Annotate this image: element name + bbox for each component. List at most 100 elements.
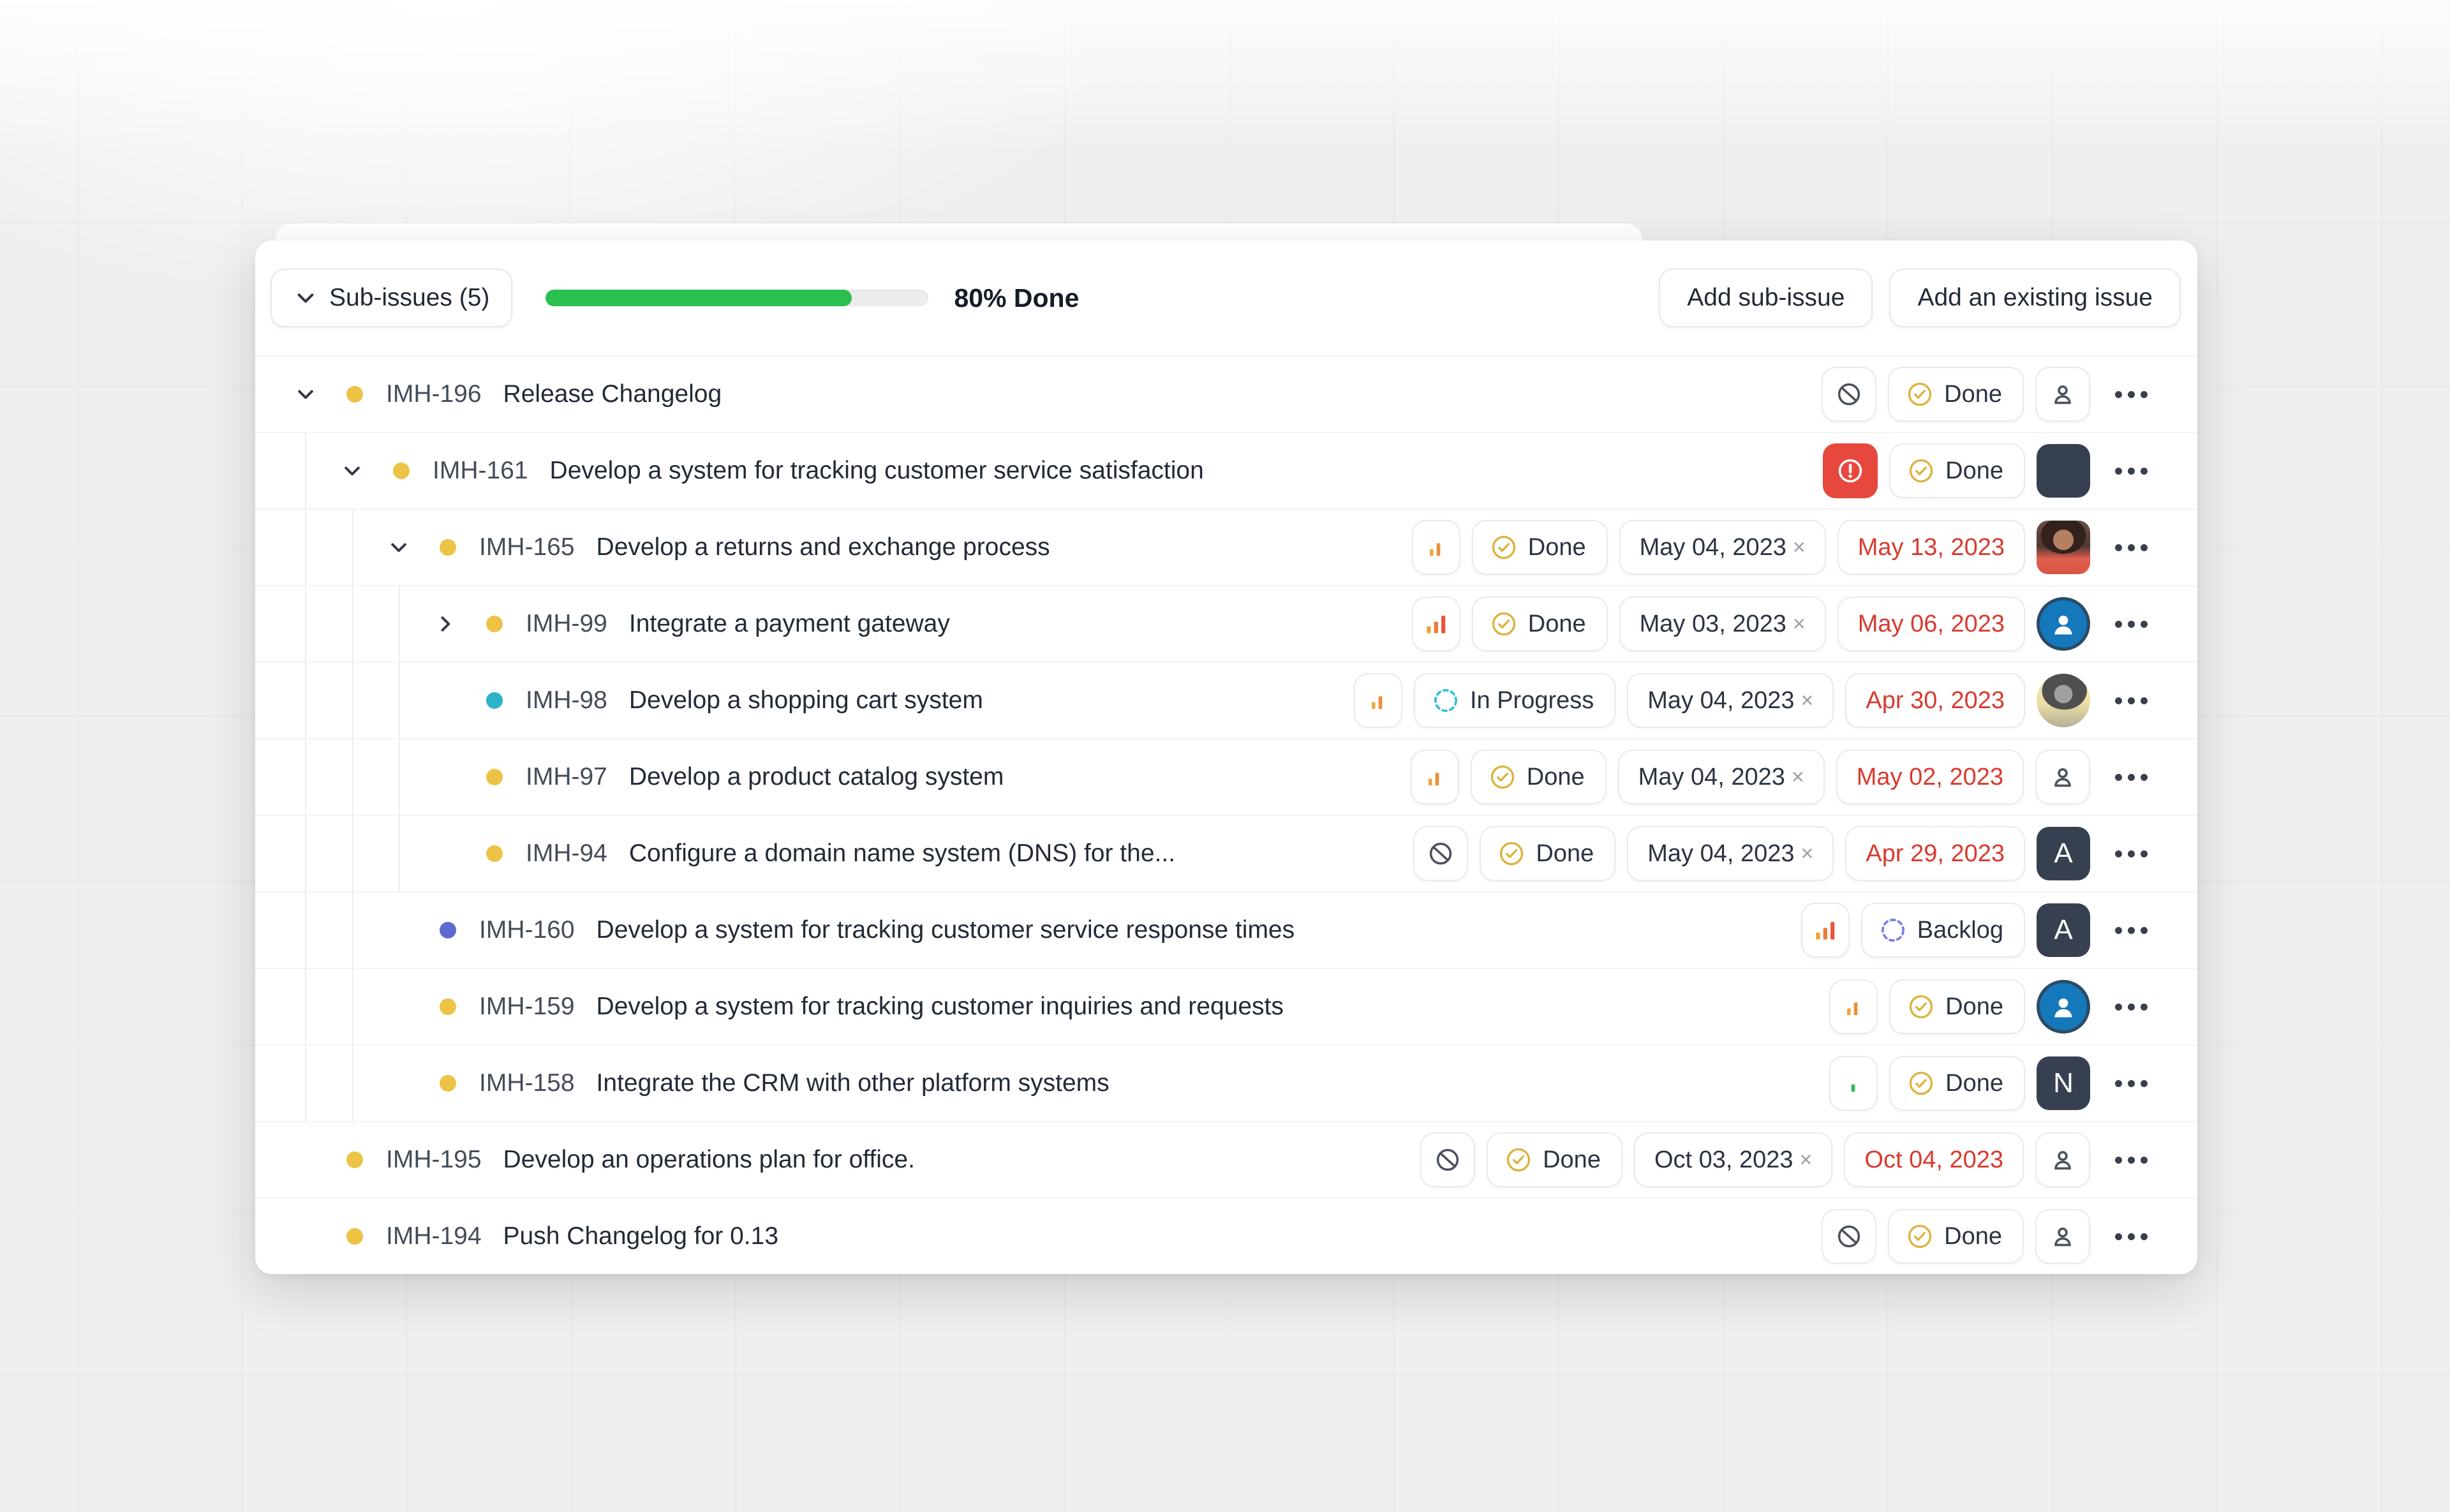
- start-date-chip[interactable]: Oct 03, 2023×: [1634, 1132, 1832, 1187]
- assignee-avatar[interactable]: [2037, 597, 2090, 651]
- assignee-avatar[interactable]: N: [2037, 1056, 2090, 1110]
- due-date-chip[interactable]: Oct 04, 2023: [1844, 1132, 2024, 1187]
- issue-row[interactable]: IMH-99 Integrate a payment gateway DoneM…: [255, 585, 2197, 662]
- chevron-down-icon[interactable]: [329, 459, 375, 482]
- issue-title: Develop a system for tracking customer s…: [550, 457, 1204, 485]
- row-menu-button[interactable]: [2102, 903, 2160, 958]
- row-menu-button[interactable]: [2102, 443, 2160, 498]
- high-priority-icon: [1811, 916, 1839, 944]
- issue-row-left: IMH-158 Integrate the CRM with other pla…: [255, 1069, 1110, 1097]
- issue-row[interactable]: IMH-160 Develop a system for tracking cu…: [255, 891, 2197, 968]
- issue-row[interactable]: IMH-165 Develop a returns and exchange p…: [255, 508, 2197, 585]
- row-menu-button[interactable]: [2102, 597, 2160, 651]
- assignee-avatar[interactable]: [2037, 674, 2090, 727]
- assignee-unassigned-button[interactable]: [2035, 367, 2090, 422]
- issue-row[interactable]: IMH-94 Configure a domain name system (D…: [255, 815, 2197, 891]
- start-date-chip[interactable]: May 04, 2023×: [1627, 826, 1834, 881]
- row-menu-button[interactable]: [2102, 673, 2160, 728]
- urgent-priority-button[interactable]: [1823, 443, 1878, 498]
- done-status-icon: [1490, 533, 1518, 561]
- row-menu-button[interactable]: [2102, 1132, 2160, 1187]
- clear-date-button[interactable]: ×: [1801, 688, 1814, 713]
- assignee-unassigned-button[interactable]: [2035, 1132, 2090, 1187]
- status-chip[interactable]: Done: [1487, 1132, 1622, 1187]
- no-priority-chip[interactable]: [1822, 367, 1876, 422]
- no-priority-chip[interactable]: [1822, 1209, 1876, 1264]
- issue-code: IMH-161: [433, 457, 528, 485]
- chevron-down-icon[interactable]: [283, 383, 329, 406]
- status-chip[interactable]: Done: [1472, 597, 1608, 651]
- due-date-chip[interactable]: May 02, 2023: [1836, 750, 2024, 804]
- row-menu-button[interactable]: [2102, 520, 2160, 575]
- progress-fill: [546, 290, 852, 306]
- medium-priority-chip[interactable]: [1829, 979, 1878, 1034]
- done-status-icon: [1490, 610, 1518, 638]
- start-date-chip[interactable]: May 04, 2023×: [1627, 673, 1834, 728]
- clear-date-button[interactable]: ×: [1793, 535, 1806, 560]
- due-date-chip[interactable]: Apr 29, 2023: [1845, 826, 2025, 881]
- status-chip[interactable]: Backlog: [1861, 903, 2025, 958]
- issue-row[interactable]: IMH-97 Develop a product catalog system …: [255, 738, 2197, 815]
- row-menu-button[interactable]: [2102, 367, 2160, 422]
- collapse-sub-issues-button[interactable]: Sub-issues (5): [271, 269, 512, 327]
- assignee-avatar[interactable]: A: [2037, 903, 2090, 957]
- status-chip[interactable]: Done: [1889, 443, 2025, 498]
- ellipsis-menu-icon: [2115, 1233, 2148, 1240]
- no-priority-chip[interactable]: [1413, 826, 1468, 881]
- due-date-chip[interactable]: May 13, 2023: [1838, 520, 2025, 575]
- low-priority-chip[interactable]: [1829, 1056, 1878, 1111]
- assignee-unassigned-button[interactable]: [2035, 750, 2090, 804]
- assignee-avatar[interactable]: [2037, 444, 2090, 498]
- start-date-chip[interactable]: May 03, 2023×: [1619, 597, 1826, 651]
- add-sub-issue-button[interactable]: Add sub-issue: [1659, 269, 1873, 327]
- clear-date-button[interactable]: ×: [1801, 841, 1814, 866]
- add-existing-issue-button[interactable]: Add an existing issue: [1889, 269, 2181, 327]
- start-date-chip[interactable]: May 04, 2023×: [1619, 520, 1826, 575]
- clear-date-button[interactable]: ×: [1800, 1148, 1813, 1173]
- clear-date-button[interactable]: ×: [1793, 612, 1806, 637]
- status-chip[interactable]: In Progress: [1414, 673, 1615, 728]
- issue-row[interactable]: IMH-194 Push Changelog for 0.13 Done: [255, 1197, 2197, 1274]
- status-chip[interactable]: Done: [1889, 1056, 2025, 1111]
- start-date-chip[interactable]: May 04, 2023×: [1618, 750, 1825, 804]
- issue-title: Develop a shopping cart system: [629, 686, 983, 715]
- row-menu-button[interactable]: [2102, 1209, 2160, 1264]
- medium-priority-chip[interactable]: [1354, 673, 1402, 728]
- medium-priority-chip[interactable]: [1411, 750, 1459, 804]
- chevron-down-icon[interactable]: [376, 536, 422, 559]
- no-priority-chip[interactable]: [1420, 1132, 1475, 1187]
- status-chip[interactable]: Done: [1472, 520, 1608, 575]
- medium-priority-chip[interactable]: [1412, 520, 1460, 575]
- issue-row[interactable]: IMH-196 Release Changelog Done: [255, 355, 2197, 432]
- status-chip[interactable]: Done: [1471, 750, 1607, 804]
- clear-date-button[interactable]: ×: [1792, 765, 1804, 790]
- row-menu-button[interactable]: [2102, 826, 2160, 881]
- issue-row[interactable]: IMH-159 Develop a system for tracking cu…: [255, 968, 2197, 1044]
- assignee-unassigned-button[interactable]: [2035, 1209, 2090, 1264]
- issue-row[interactable]: IMH-195 Develop an operations plan for o…: [255, 1121, 2197, 1197]
- assignee-avatar[interactable]: [2037, 980, 2090, 1034]
- assignee-avatar[interactable]: A: [2037, 827, 2090, 880]
- ellipsis-menu-icon: [2115, 774, 2148, 781]
- high-priority-chip[interactable]: [1412, 597, 1460, 651]
- due-date-chip[interactable]: May 06, 2023: [1838, 597, 2025, 651]
- status-chip[interactable]: Done: [1888, 367, 2024, 422]
- row-menu-button[interactable]: [2102, 979, 2160, 1034]
- status-chip[interactable]: Done: [1888, 1209, 2024, 1264]
- row-menu-button[interactable]: [2102, 750, 2160, 804]
- status-chip[interactable]: Done: [1889, 979, 2025, 1034]
- due-date-label: Apr 29, 2023: [1866, 840, 2005, 868]
- due-date-chip[interactable]: Apr 30, 2023: [1845, 673, 2025, 728]
- status-chip[interactable]: Done: [1480, 826, 1615, 881]
- issue-row[interactable]: IMH-98 Develop a shopping cart system In…: [255, 662, 2197, 738]
- high-priority-chip[interactable]: [1801, 903, 1850, 958]
- issue-row[interactable]: IMH-158 Integrate the CRM with other pla…: [255, 1044, 2197, 1121]
- row-menu-button[interactable]: [2102, 1056, 2160, 1111]
- issue-title: Develop a system for tracking customer s…: [597, 916, 1295, 944]
- assignee-avatar[interactable]: [2037, 521, 2090, 574]
- no-priority-icon: [1835, 380, 1863, 408]
- issue-title: Configure a domain name system (DNS) for…: [629, 840, 1175, 868]
- issue-title: Develop a system for tracking customer i…: [597, 993, 1284, 1021]
- issue-row[interactable]: IMH-161 Develop a system for tracking cu…: [255, 432, 2197, 508]
- chevron-right-icon[interactable]: [422, 612, 468, 635]
